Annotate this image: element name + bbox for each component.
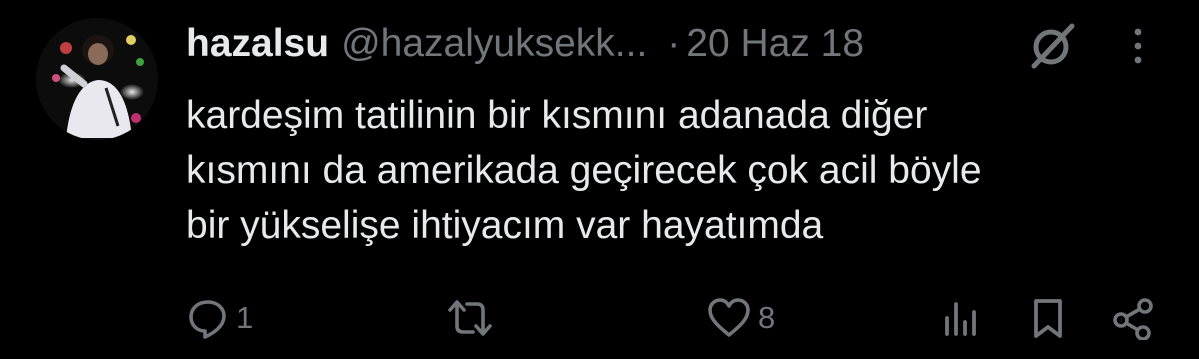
bookmark-button[interactable] <box>1028 290 1068 346</box>
share-button[interactable] <box>1110 290 1156 346</box>
heart-icon <box>708 298 750 337</box>
bookmark-icon <box>1034 299 1062 338</box>
like-button[interactable]: 8 <box>706 290 775 346</box>
action-bar: 1 8 <box>0 290 1199 346</box>
grok-icon <box>1031 23 1075 69</box>
grok-button[interactable] <box>1026 20 1078 72</box>
more-vertical-icon <box>1134 28 1142 64</box>
tweet-text-line: kısmını da amerikada geçirecek çok acil … <box>186 149 982 192</box>
tweet-date[interactable]: 20 Haz 18 <box>686 22 864 66</box>
retweet-button[interactable] <box>446 290 500 346</box>
tweet-header: hazalsu @hazalyuksekk... · 20 Haz 18 <box>186 22 864 72</box>
views-button[interactable] <box>940 290 980 346</box>
separator-dot: · <box>667 22 681 65</box>
avatar[interactable] <box>36 18 158 140</box>
like-count: 8 <box>758 300 776 335</box>
avatar-image <box>36 18 158 140</box>
tweet[interactable]: hazalsu @hazalyuksekk... · 20 Haz 18 kar… <box>0 0 1199 359</box>
display-name[interactable]: hazalsu <box>186 22 329 66</box>
tweet-text-line: bir yükselişe ihtiyacım var hayatımda <box>186 204 824 247</box>
reply-icon <box>189 300 226 339</box>
user-handle[interactable]: @hazalyuksekk... <box>341 22 647 66</box>
reply-button[interactable]: 1 <box>186 290 253 346</box>
views-icon <box>945 302 976 336</box>
tweet-text-line: kardeşim tatilinin bir kısmını adanada d… <box>186 94 928 137</box>
tweet-text: kardeşim tatilinin bir kısmını adanada d… <box>186 88 1146 253</box>
reply-count: 1 <box>236 300 254 335</box>
share-icon <box>1113 298 1153 340</box>
more-options-button[interactable] <box>1118 24 1158 68</box>
retweet-icon <box>448 300 492 336</box>
